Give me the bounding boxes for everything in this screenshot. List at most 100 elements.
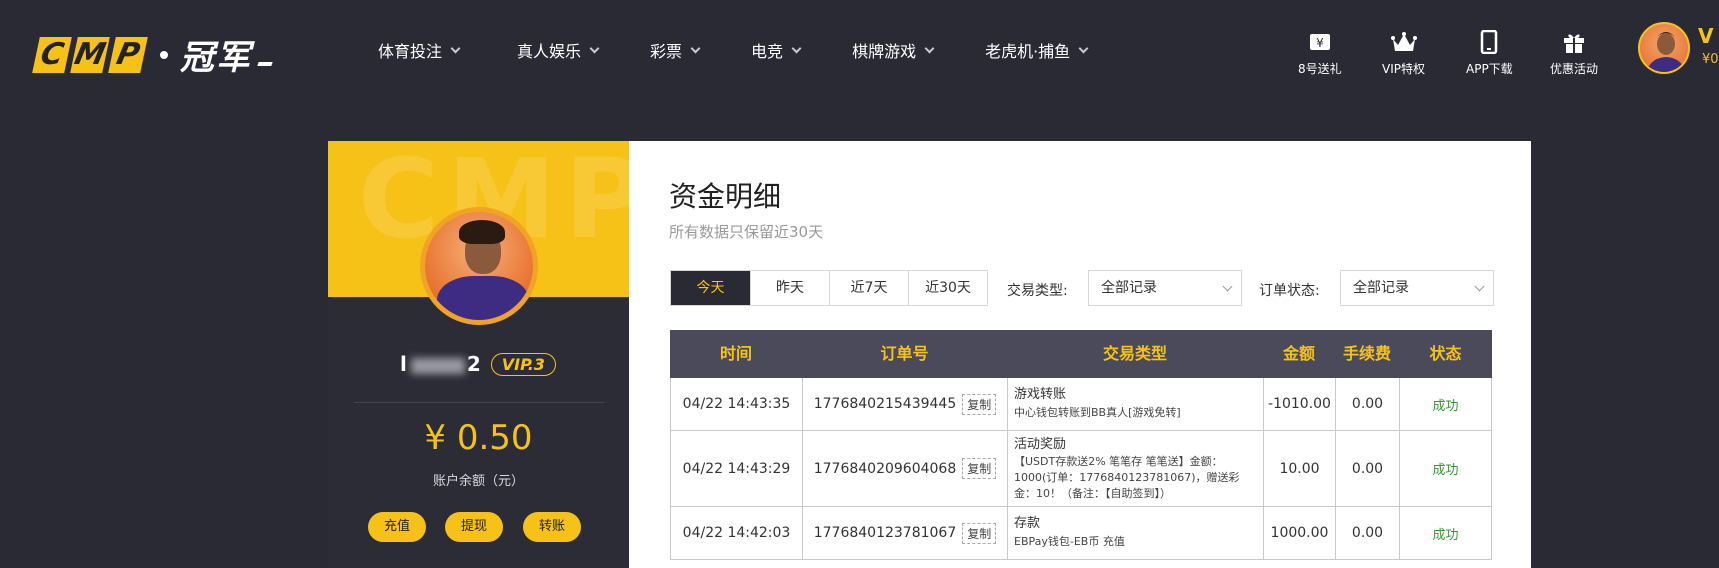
cell-order: 1776840123781067 复制 [803,507,1008,559]
quick-link-promotions[interactable]: 优惠活动 [1550,30,1598,77]
quick-link-label: APP下载 [1466,62,1513,76]
quick-link-vip[interactable]: VIP特权 [1382,30,1425,77]
chevron-down-icon [791,43,802,53]
order-number: 1776840215439445 [813,396,957,412]
date-range-tabs: 今天 昨天 近7天 近30天 [670,270,988,306]
vip-badge: VIP.3 [490,352,556,376]
nav-label: 真人娱乐 [517,42,582,61]
cell-fee: 0.00 [1336,507,1400,559]
cell-type: 活动奖励 【USDT存款送2% 笔笔存 笔笔送】金额：1000(订单：17768… [1008,431,1264,506]
copy-button[interactable]: 复制 [962,393,997,415]
quick-link-app[interactable]: APP下载 [1466,30,1513,77]
site-logo[interactable]: C M P 冠军 [32,30,273,79]
username-blurred [410,357,465,374]
gift-box-icon [1562,30,1586,54]
top-header: C M P 冠军 体育投注 真人娱乐 彩票 电竞 棋牌游戏 老虎机·捕鱼 ¥ 8… [0,0,1719,96]
gift-ticket-icon: ¥ [1309,30,1331,54]
username-start: l [400,352,409,376]
table-row: 04/22 14:43:35 1776840215439445 复制 游戏转账 … [670,378,1492,431]
order-number: 1776840209604068 [813,460,957,477]
main-nav: 体育投注 真人娱乐 彩票 电竞 棋牌游戏 老虎机·捕鱼 [378,38,1089,62]
logo-letter-p: P [108,36,148,73]
quick-link-label: VIP特权 [1382,62,1425,76]
account-balance: ¥ 0.50 [424,418,533,458]
tab-7-days[interactable]: 近7天 [829,271,908,305]
type-sub: EBPay钱包-EB币 充值 [1014,535,1125,548]
nav-lottery[interactable]: 彩票 [650,38,701,62]
quick-link-gift-8[interactable]: ¥ 8号送礼 [1298,30,1342,77]
type-main: 活动奖励 [1014,436,1067,452]
column-header-fee: 手续费 [1342,344,1391,363]
profile-avatar [420,207,538,325]
page-title: 资金明细 [669,180,782,213]
username-end: 2 [466,352,483,376]
chevron-down-icon [924,43,935,53]
column-header-type: 交易类型 [1102,344,1167,363]
cell-type: 存款 EBPay钱包-EB币 充值 [1008,507,1264,559]
status-badge: 成功 [1432,398,1459,414]
column-header-status: 状态 [1429,344,1462,363]
header-avatar[interactable] [1638,22,1690,74]
username-row: l2 VIP.3 [400,352,556,376]
cell-time: 04/22 14:43:35 [671,378,803,430]
nav-live-casino[interactable]: 真人娱乐 [517,38,600,62]
column-header-time: 时间 [719,344,752,363]
type-sub: 【USDT存款送2% 笔笔存 笔笔送】金额：1000(订单：1776840123… [1014,454,1240,500]
cell-time: 04/22 14:42:03 [671,507,803,559]
withdraw-button[interactable]: 提现 [445,512,503,542]
logo-dash [257,61,273,66]
transaction-type-select[interactable]: 全部记录 [1088,270,1242,306]
table-row: 04/22 14:43:29 1776840209604068 复制 活动奖励 … [670,431,1492,507]
status-badge: 成功 [1432,527,1459,543]
cell-fee: 0.00 [1336,431,1400,506]
header-user-initial: V [1698,24,1714,48]
cell-time: 04/22 14:43:29 [671,431,803,506]
nav-label: 体育投注 [378,42,443,61]
cell-amount: 10.00 [1264,431,1336,506]
phone-icon [1480,30,1498,54]
chevron-down-icon [1474,281,1485,292]
transfer-button[interactable]: 转账 [523,512,581,542]
nav-esports[interactable]: 电竞 [751,38,802,62]
select-value: 全部记录 [1353,280,1409,296]
deposit-button[interactable]: 充值 [368,512,426,542]
tab-30-days[interactable]: 近30天 [908,271,987,305]
table-row: 04/22 14:42:03 1776840123781067 复制 存款 EB… [670,507,1492,560]
cell-status: 成功 [1400,378,1492,430]
nav-label: 棋牌游戏 [852,42,917,61]
cell-amount: -1010.00 [1264,378,1336,430]
type-sub: 中心钱包转账到BB真人[游戏免转] [1014,406,1181,419]
copy-button[interactable]: 复制 [962,458,997,479]
cell-amount: 1000.00 [1264,507,1336,559]
username: l2 [400,352,483,376]
tab-yesterday[interactable]: 昨天 [750,271,829,305]
tab-today[interactable]: 今天 [671,271,750,305]
nav-label: 老虎机·捕鱼 [985,42,1071,61]
order-status-label: 订单状态: [1259,283,1320,299]
type-main: 游戏转账 [1014,387,1067,402]
cell-status: 成功 [1400,507,1492,559]
profile-divider [354,402,604,403]
avatar-body [437,276,529,320]
type-main: 存款 [1014,516,1041,531]
nav-card-games[interactable]: 棋牌游戏 [852,38,935,62]
cell-order: 1776840215439445 复制 [803,378,1008,430]
header-user-balance: ¥0 [1702,52,1719,67]
chevron-down-icon [1222,281,1233,292]
cell-fee: 0.00 [1336,378,1400,430]
crown-icon [1390,30,1417,54]
account-balance-label: 账户余额（元） [432,474,524,489]
order-status-select[interactable]: 全部记录 [1340,270,1494,306]
copy-button[interactable]: 复制 [962,522,997,544]
quick-link-label: 优惠活动 [1550,62,1599,76]
avatar-hair [459,220,505,244]
logo-cn-text: 冠军 [180,38,252,78]
chevron-down-icon [450,43,461,53]
nav-sports[interactable]: 体育投注 [378,38,461,62]
fund-details-panel: 资金明细 所有数据只保留近30天 今天 昨天 近7天 近30天 交易类型: 全部… [629,141,1531,568]
column-header-amount: 金额 [1282,344,1315,363]
page-subtitle: 所有数据只保留近30天 [669,223,824,241]
nav-slots-fishing[interactable]: 老虎机·捕鱼 [985,38,1089,62]
logo-dot [160,50,168,59]
chevron-down-icon [1078,43,1089,53]
